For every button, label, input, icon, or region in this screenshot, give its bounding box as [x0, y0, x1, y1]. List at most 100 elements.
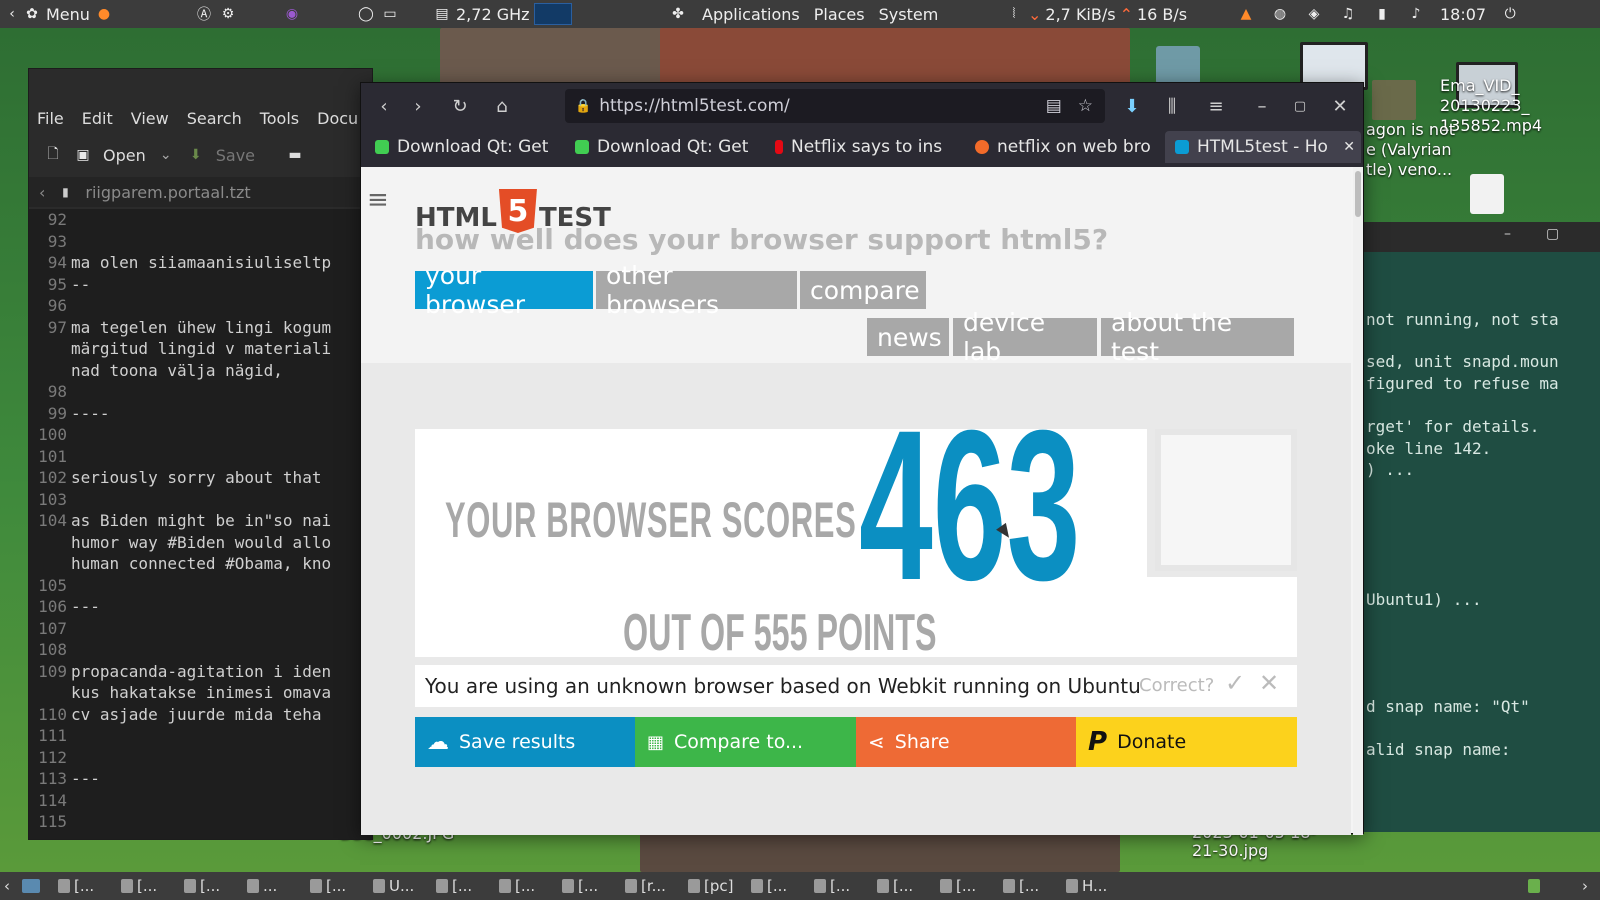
taskbar-item[interactable]: [...: [1003, 876, 1039, 896]
page-scrollbar[interactable]: [1353, 167, 1363, 835]
terminal-icon[interactable]: ▭: [380, 4, 400, 24]
taskbar-item[interactable]: [...: [310, 876, 346, 896]
places-menu[interactable]: Places: [814, 5, 865, 24]
nav-your-browser[interactable]: your browser: [415, 261, 593, 319]
document-file-icon[interactable]: [1470, 174, 1504, 214]
taskbar-item[interactable]: H...: [1066, 876, 1107, 896]
menu-view[interactable]: View: [131, 109, 169, 128]
downloads-button[interactable]: ⬇: [1117, 91, 1147, 121]
save-button[interactable]: Save: [216, 146, 255, 165]
network-speed-applet[interactable]: ⦚ ⌄ 2,7 KiB/s ⌃ 16 B/s: [1004, 0, 1188, 28]
forward-button[interactable]: ›: [403, 91, 433, 121]
image-thumbnail-icon[interactable]: [1372, 80, 1416, 120]
taskbar-item[interactable]: [...: [877, 876, 913, 896]
menu-search[interactable]: Search: [187, 109, 242, 128]
close-icon[interactable]: ✕: [1259, 669, 1279, 697]
terminal-window[interactable]: – ▢ not running, not sta sed, unit snapd…: [1360, 222, 1600, 832]
save-results-button[interactable]: ☁ Save results: [415, 717, 635, 767]
taskbar-right-arrow[interactable]: ›: [1582, 876, 1588, 896]
taskbar-item[interactable]: [...: [814, 876, 850, 896]
reader-view-icon[interactable]: ▤: [1046, 96, 1062, 116]
firefox-icon[interactable]: ●: [94, 4, 114, 24]
taskbar-item[interactable]: [...: [184, 876, 220, 896]
panel-left-arrow[interactable]: ‹: [2, 0, 22, 28]
taskbar-item[interactable]: U...: [373, 876, 414, 896]
checkmark-icon[interactable]: ✓: [1225, 669, 1245, 697]
taskbar-item[interactable]: [...: [751, 876, 787, 896]
hamburger-icon[interactable]: ≡: [367, 185, 389, 215]
battery-icon[interactable]: ▮: [1372, 4, 1392, 24]
taskbar-item[interactable]: [...: [58, 876, 94, 896]
nav-compare[interactable]: compare: [800, 271, 926, 309]
notification-icon[interactable]: ♫: [1338, 4, 1358, 24]
menu-button[interactable]: ✿ Menu ●: [22, 0, 114, 28]
tab-netflix-web[interactable]: netflix on web bro: [965, 131, 1161, 163]
cpu-freq-applet[interactable]: ▤ 2,72 GHz: [432, 0, 572, 28]
taskbar-item[interactable]: [...: [121, 876, 157, 896]
nav-about-the-test[interactable]: about the test: [1101, 308, 1294, 366]
share-button[interactable]: ⋖ Share: [856, 717, 1076, 767]
home-button[interactable]: ⌂: [487, 91, 517, 121]
taskbar-item[interactable]: [r...: [625, 876, 666, 896]
file-tab-label[interactable]: riigparem.portaal.tzt: [85, 183, 250, 202]
close-button[interactable]: ✕: [1325, 91, 1355, 121]
desktop-icon-label[interactable]: agon is not e (Valyrian tle) veno...: [1366, 120, 1496, 180]
minimize-icon[interactable]: –: [1504, 226, 1511, 242]
taskbar-item[interactable]: [pc]: [688, 876, 733, 896]
taskbar-item[interactable]: [...: [940, 876, 976, 896]
volume-icon[interactable]: ♪: [1406, 4, 1426, 24]
maximize-button[interactable]: ▢: [1285, 91, 1315, 121]
url-bar[interactable]: 🔒 https://html5test.com/ ▤ ☆: [565, 89, 1105, 123]
settings-icon[interactable]: ⚙: [218, 4, 238, 24]
taskbar-item[interactable]: [...: [436, 876, 472, 896]
tab-download-qt-2[interactable]: Download Qt: Get: [565, 131, 761, 163]
system-menu[interactable]: System: [879, 5, 939, 24]
tor-icon[interactable]: ◉: [282, 4, 302, 24]
compare-to-button[interactable]: ▦ Compare to...: [635, 717, 856, 767]
menu-file[interactable]: File: [37, 109, 64, 128]
tab-netflix-says[interactable]: Netflix says to ins: [765, 131, 961, 163]
new-file-icon[interactable]: 🗋: [43, 145, 63, 165]
tab-download-qt-1[interactable]: Download Qt: Get: [365, 131, 561, 163]
menu-documents[interactable]: Docu: [317, 109, 358, 128]
open-button[interactable]: Open: [103, 146, 146, 165]
nav-news[interactable]: news: [867, 318, 949, 356]
wifi-icon[interactable]: ◈: [1304, 4, 1324, 24]
print-icon[interactable]: ▬: [285, 145, 305, 165]
nav-other-browsers[interactable]: other browsers: [596, 261, 797, 319]
opera-icon[interactable]: ◯: [356, 4, 376, 24]
tab-html5test[interactable]: HTML5test - Ho ✕: [1165, 131, 1361, 163]
taskbar-item[interactable]: [...: [562, 876, 598, 896]
maximize-icon[interactable]: ▢: [1546, 226, 1559, 242]
code-area[interactable]: 92 93 94 ma olen siiamaanisiuliseltp 95 -- 96 9…: [29, 209, 372, 839]
taskbar-item[interactable]: [...: [499, 876, 535, 896]
open-icon[interactable]: ▣: [73, 145, 93, 165]
update-icon[interactable]: ◍: [1270, 4, 1290, 24]
vlc-icon[interactable]: ▲: [1236, 4, 1256, 24]
close-tab-icon[interactable]: ✕: [1343, 139, 1355, 155]
back-button[interactable]: ‹: [369, 91, 399, 121]
minimize-button[interactable]: –: [1247, 91, 1277, 121]
clock[interactable]: 18:07: [1440, 5, 1486, 24]
applications-menu[interactable]: Applications: [702, 5, 800, 24]
donate-button[interactable]: P Donate: [1076, 717, 1297, 767]
library-button[interactable]: ⫼: [1157, 91, 1187, 121]
reload-button[interactable]: ↻: [445, 91, 475, 121]
chevron-down-icon[interactable]: ⌄: [156, 145, 176, 165]
page-scrollbar-thumb[interactable]: [1355, 171, 1361, 217]
taskbar-item[interactable]: ...: [247, 876, 277, 896]
code-line: kus hakatakse inimesi omava: [29, 682, 372, 704]
nav-device-lab[interactable]: device lab: [953, 308, 1097, 366]
save-icon[interactable]: ⬇: [186, 145, 206, 165]
app-menu-button[interactable]: ≡: [1201, 91, 1231, 121]
folder-icon[interactable]: [1156, 46, 1200, 84]
menu-tools[interactable]: Tools: [260, 109, 299, 128]
power-icon[interactable]: ⏻: [1500, 4, 1520, 24]
taskbar-left-arrow[interactable]: ‹: [4, 876, 10, 896]
accessibility-icon[interactable]: Ⓐ: [194, 4, 214, 24]
chevron-left-icon[interactable]: ‹: [39, 183, 45, 202]
show-desktop-button[interactable]: [22, 876, 40, 896]
bookmark-star-icon[interactable]: ☆: [1078, 96, 1093, 116]
menu-edit[interactable]: Edit: [82, 109, 113, 128]
tray-extension[interactable]: [1528, 876, 1540, 896]
